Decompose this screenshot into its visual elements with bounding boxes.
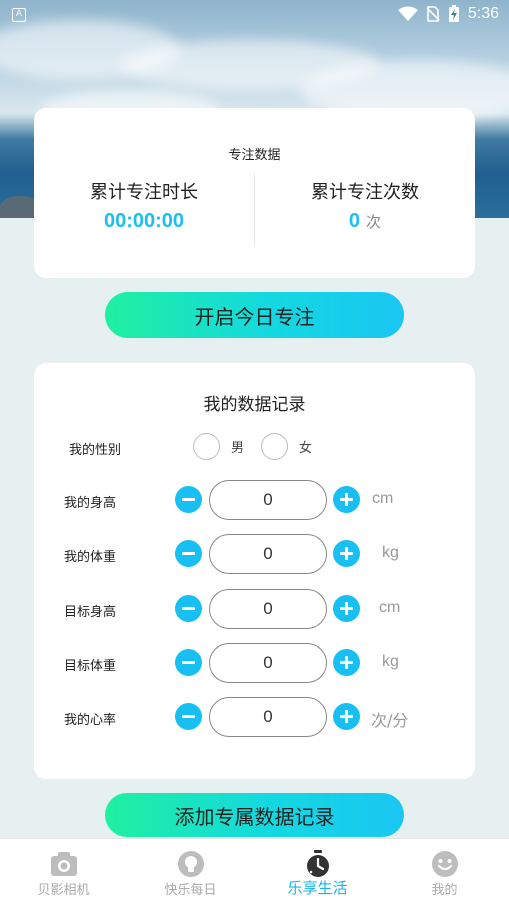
status-bar: A 5:36 (0, 0, 509, 30)
tab-enjoy-life-label: 乐享生活 (287, 879, 348, 897)
focus-stats-title: 专注数据 (228, 148, 281, 163)
start-focus-button[interactable]: 开启今日专注 (105, 292, 404, 338)
tab-camera[interactable]: 贝影相机 (0, 839, 127, 904)
status-time: 5:36 (467, 5, 499, 22)
stopwatch-icon (306, 850, 329, 877)
weight-input[interactable]: 0 (209, 534, 327, 574)
tab-happy-daily[interactable]: 快乐每日 (127, 839, 254, 904)
height-decrease-button[interactable] (175, 486, 202, 513)
tab-camera-label: 贝影相机 (37, 883, 90, 898)
target-weight-unit: kg (382, 653, 399, 670)
heart-rate-row: 我的心率 0 次/分 (34, 697, 475, 737)
target-height-unit: cm (379, 599, 401, 616)
height-label: 我的身高 (64, 496, 117, 511)
heart-rate-decrease-button[interactable] (175, 703, 202, 730)
bottom-tab-bar: 贝影相机 快乐每日 乐享生活 我的 (0, 838, 509, 904)
heart-rate-input[interactable]: 0 (209, 697, 327, 737)
heart-rate-increase-button[interactable] (333, 703, 360, 730)
gender-male-radio[interactable] (193, 433, 220, 460)
tab-mine[interactable]: 我的 (381, 839, 508, 904)
gender-row: 我的性别 男 女 (34, 427, 475, 467)
weight-unit: kg (382, 544, 399, 561)
battery-charging-icon (448, 5, 459, 22)
weight-increase-button[interactable] (333, 540, 360, 567)
total-count-label: 累计专注次数 (311, 182, 419, 203)
weight-decrease-button[interactable] (175, 540, 202, 567)
total-count-stat: 累计专注次数 0次 (255, 178, 475, 233)
target-weight-increase-button[interactable] (333, 649, 360, 676)
target-height-label: 目标身高 (64, 605, 117, 620)
smiley-icon (431, 851, 458, 877)
tab-happy-daily-label: 快乐每日 (164, 883, 217, 898)
total-time-label: 累计专注时长 (90, 182, 198, 203)
gender-label: 我的性别 (69, 443, 122, 458)
gender-female-radio[interactable] (261, 433, 288, 460)
target-height-increase-button[interactable] (333, 595, 360, 622)
total-count-unit: 次 (366, 213, 382, 231)
wifi-icon (397, 6, 418, 21)
tab-enjoy-life[interactable]: 乐享生活 (254, 839, 381, 904)
gender-female-label: 女 (299, 441, 313, 456)
height-input[interactable]: 0 (209, 480, 327, 520)
focus-stats-card: 专注数据 累计专注时长 00:00:00 累计专注次数 0次 (34, 108, 475, 278)
total-count-value: 0 (348, 210, 361, 232)
target-weight-decrease-button[interactable] (175, 649, 202, 676)
heart-rate-label: 我的心率 (64, 713, 117, 728)
add-record-button[interactable]: 添加专属数据记录 (105, 793, 404, 837)
target-weight-label: 目标体重 (64, 659, 117, 674)
tab-mine-label: 我的 (431, 883, 458, 898)
target-weight-input[interactable]: 0 (209, 643, 327, 683)
camera-icon (50, 852, 77, 876)
target-weight-row: 目标体重 0 kg (34, 643, 475, 683)
weight-row: 我的体重 0 kg (34, 534, 475, 574)
total-time-value: 00:00:00 (103, 210, 185, 232)
data-records-card: 我的数据记录 我的性别 男 女 我的身高 0 cm 我的体重 0 kg 目标身高… (34, 363, 475, 779)
no-sim-icon (426, 6, 440, 22)
records-title: 我的数据记录 (203, 395, 306, 415)
target-height-decrease-button[interactable] (175, 595, 202, 622)
lightbulb-icon (177, 851, 204, 877)
target-height-row: 目标身高 0 cm (34, 589, 475, 629)
height-increase-button[interactable] (333, 486, 360, 513)
heart-rate-unit: 次/分 (371, 711, 409, 730)
gender-male-label: 男 (231, 441, 245, 456)
weight-label: 我的体重 (64, 550, 117, 565)
total-count-value-wrap: 0次 (255, 210, 475, 233)
height-row: 我的身高 0 cm (34, 480, 475, 520)
total-time-stat: 累计专注时长 00:00:00 (34, 178, 254, 233)
height-unit: cm (372, 490, 394, 507)
target-height-input[interactable]: 0 (209, 589, 327, 629)
app-notification-icon: A (12, 8, 26, 22)
